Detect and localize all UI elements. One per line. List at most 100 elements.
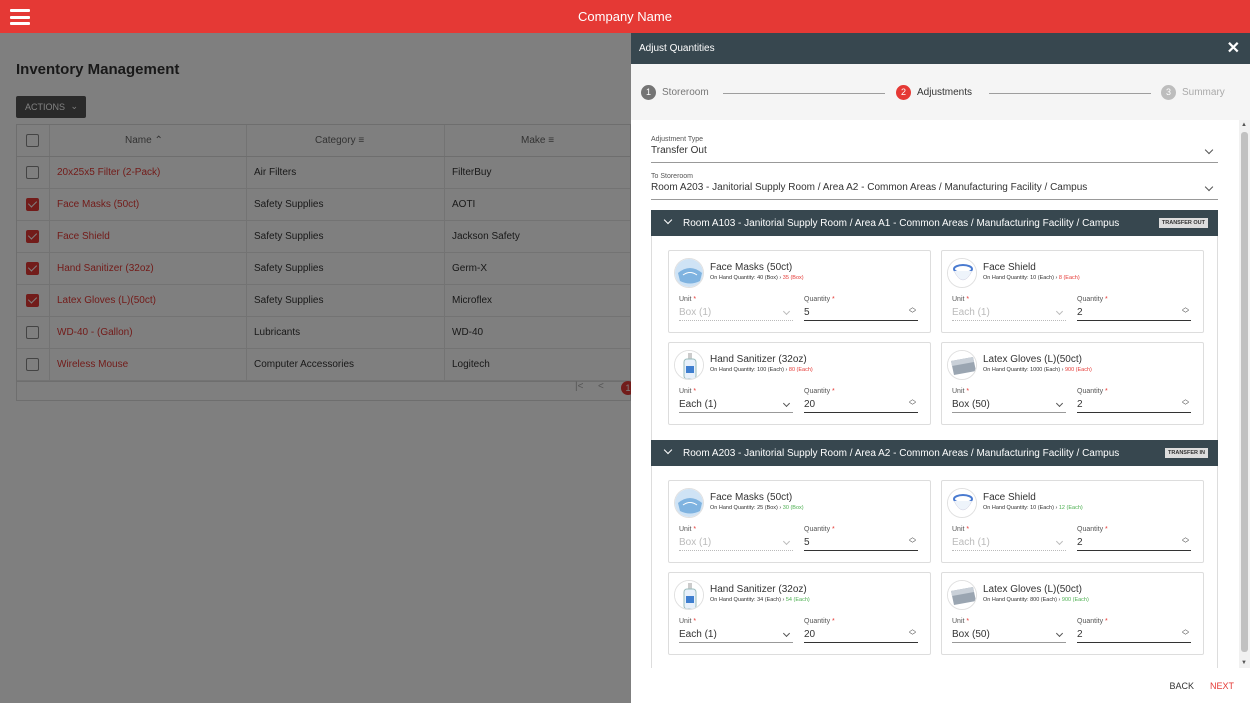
on-hand-quantity: On Hand Quantity: 34 (Each) › 54 (Each) <box>710 597 810 603</box>
step-storeroom[interactable]: 1 Storeroom <box>641 85 709 100</box>
decrement-icon[interactable]: ﹀ <box>909 633 916 640</box>
unit-select[interactable]: Each (1) <box>679 399 793 413</box>
decrement-icon[interactable]: ﹀ <box>1182 541 1189 548</box>
item-name: Face Shield <box>983 262 1036 273</box>
unit-select: Each (1) <box>952 537 1066 551</box>
unit-label: Unit * <box>952 296 970 303</box>
scrollbar-thumb[interactable] <box>1241 132 1248 652</box>
item-name: Face Masks (50ct) <box>710 262 793 273</box>
panel-body: Adjustment Type Transfer Out To Storeroo… <box>631 120 1250 668</box>
chevron-down-icon[interactable] <box>663 215 673 225</box>
unit-select[interactable]: Each (1) <box>679 629 793 643</box>
app-title: Company Name <box>578 9 672 24</box>
on-hand-label: On Hand Quantity: <box>983 275 1029 281</box>
on-hand-quantity: On Hand Quantity: 25 (Box) › 30 (Box) <box>710 505 804 511</box>
step-label: Storeroom <box>662 87 709 98</box>
on-hand-quantity: On Hand Quantity: 40 (Box) › 35 (Box) <box>710 275 804 281</box>
item-info: Hand Sanitizer (32oz) On Hand Quantity: 1… <box>710 354 813 373</box>
arrow-right-icon: › <box>779 505 782 511</box>
item-name: Latex Gloves (L)(50ct) <box>983 584 1082 595</box>
quantity-input[interactable]: 5 ︿ ﹀ <box>804 534 918 551</box>
panel-scrollbar[interactable]: ▲ ▼ <box>1239 120 1250 668</box>
arrow-right-icon: › <box>779 275 782 281</box>
increment-icon[interactable]: ︿ <box>909 304 916 311</box>
adjustment-type-select[interactable]: Adjustment Type Transfer Out <box>651 136 1218 163</box>
decrement-icon[interactable]: ﹀ <box>909 403 916 410</box>
decrement-icon[interactable]: ﹀ <box>909 311 916 318</box>
item-name: Hand Sanitizer (32oz) <box>710 354 807 365</box>
group-header-transfer-out[interactable]: Room A103 - Janitorial Supply Room / Are… <box>651 210 1218 236</box>
quantity-value: 2 <box>1077 399 1083 410</box>
to-storeroom-select[interactable]: To Storeroom Room A203 - Janitorial Supp… <box>651 173 1218 200</box>
on-hand-from: 1000 (Each) <box>1030 367 1061 373</box>
unit-select: Box (1) <box>679 537 793 551</box>
quantity-input[interactable]: 2 ︿ ﹀ <box>1077 396 1191 413</box>
scroll-down-icon[interactable]: ▼ <box>1241 660 1247 666</box>
increment-icon[interactable]: ︿ <box>909 534 916 541</box>
item-card: Hand Sanitizer (32oz) On Hand Quantity: 1… <box>668 342 931 425</box>
product-image <box>947 258 977 288</box>
on-hand-to: 54 (Each) <box>785 597 810 603</box>
next-button[interactable]: NEXT <box>1210 681 1234 691</box>
increment-icon[interactable]: ︿ <box>1182 396 1189 403</box>
adjustment-type-value: Transfer Out <box>651 145 707 156</box>
scroll-up-icon[interactable]: ▲ <box>1241 122 1247 128</box>
increment-icon[interactable]: ︿ <box>1182 534 1189 541</box>
decrement-icon[interactable]: ﹀ <box>909 541 916 548</box>
product-image <box>947 350 977 380</box>
to-storeroom-value: Room A203 - Janitorial Supply Room / Are… <box>651 182 1088 193</box>
step-label: Summary <box>1182 87 1225 98</box>
on-hand-from: 10 (Each) <box>1030 275 1054 281</box>
increment-icon[interactable]: ︿ <box>1182 626 1189 633</box>
quantity-input[interactable]: 5 ︿ ﹀ <box>804 304 918 321</box>
unit-select: Box (1) <box>679 307 793 321</box>
step-label: Adjustments <box>917 87 973 98</box>
quantity-input[interactable]: 2 ︿ ﹀ <box>1077 534 1191 551</box>
quantity-value: 2 <box>1077 537 1083 548</box>
on-hand-label: On Hand Quantity: <box>983 367 1029 373</box>
quantity-label: Quantity * <box>804 526 835 533</box>
item-name: Face Shield <box>983 492 1036 503</box>
quantity-input[interactable]: 2 ︿ ﹀ <box>1077 304 1191 321</box>
item-card: Face Shield On Hand Quantity: 10 (Each) ›… <box>941 250 1204 333</box>
unit-select[interactable]: Box (50) <box>952 399 1066 413</box>
chevron-down-icon <box>1055 537 1064 546</box>
chevron-down-icon <box>782 629 791 638</box>
group-header-transfer-in[interactable]: Room A203 - Janitorial Supply Room / Are… <box>651 440 1218 466</box>
product-image <box>674 580 704 610</box>
back-button[interactable]: BACK <box>1169 681 1194 691</box>
item-card: Latex Gloves (L)(50ct) On Hand Quantity: … <box>941 572 1204 655</box>
close-icon[interactable]: ✕ <box>1227 38 1240 58</box>
quantity-input[interactable]: 20 ︿ ﹀ <box>804 396 918 413</box>
unit-select[interactable]: Box (50) <box>952 629 1066 643</box>
step-adjustments[interactable]: 2 Adjustments <box>896 85 972 100</box>
step-summary[interactable]: 3 Summary <box>1161 85 1225 100</box>
unit-label: Unit * <box>679 296 697 303</box>
increment-icon[interactable]: ︿ <box>909 626 916 633</box>
increment-icon[interactable]: ︿ <box>1182 304 1189 311</box>
on-hand-quantity: On Hand Quantity: 10 (Each) › 8 (Each) <box>983 275 1080 281</box>
item-card: Hand Sanitizer (32oz) On Hand Quantity: 3… <box>668 572 931 655</box>
product-image <box>947 488 977 518</box>
unit-value: Each (1) <box>952 537 990 548</box>
decrement-icon[interactable]: ﹀ <box>1182 311 1189 318</box>
on-hand-label: On Hand Quantity: <box>983 597 1029 603</box>
product-image <box>674 350 704 380</box>
item-info: Face Masks (50ct) On Hand Quantity: 40 (B… <box>710 262 804 281</box>
decrement-icon[interactable]: ﹀ <box>1182 633 1189 640</box>
on-hand-label: On Hand Quantity: <box>710 597 756 603</box>
quantity-input[interactable]: 2 ︿ ﹀ <box>1077 626 1191 643</box>
quantity-input[interactable]: 20 ︿ ﹀ <box>804 626 918 643</box>
item-info: Hand Sanitizer (32oz) On Hand Quantity: 3… <box>710 584 810 603</box>
arrow-right-icon: › <box>1055 275 1058 281</box>
decrement-icon[interactable]: ﹀ <box>1182 403 1189 410</box>
adjust-quantities-panel: Adjust Quantities ✕ 1 Storeroom 2 Adjustme… <box>631 33 1250 703</box>
on-hand-label: On Hand Quantity: <box>710 275 756 281</box>
panel-title: Adjust Quantities <box>639 43 715 54</box>
chevron-down-icon <box>1055 399 1064 408</box>
modal-overlay[interactable] <box>0 33 631 703</box>
to-storeroom-label: To Storeroom <box>651 173 694 180</box>
item-name: Hand Sanitizer (32oz) <box>710 584 807 595</box>
chevron-down-icon[interactable] <box>663 445 673 455</box>
increment-icon[interactable]: ︿ <box>909 396 916 403</box>
